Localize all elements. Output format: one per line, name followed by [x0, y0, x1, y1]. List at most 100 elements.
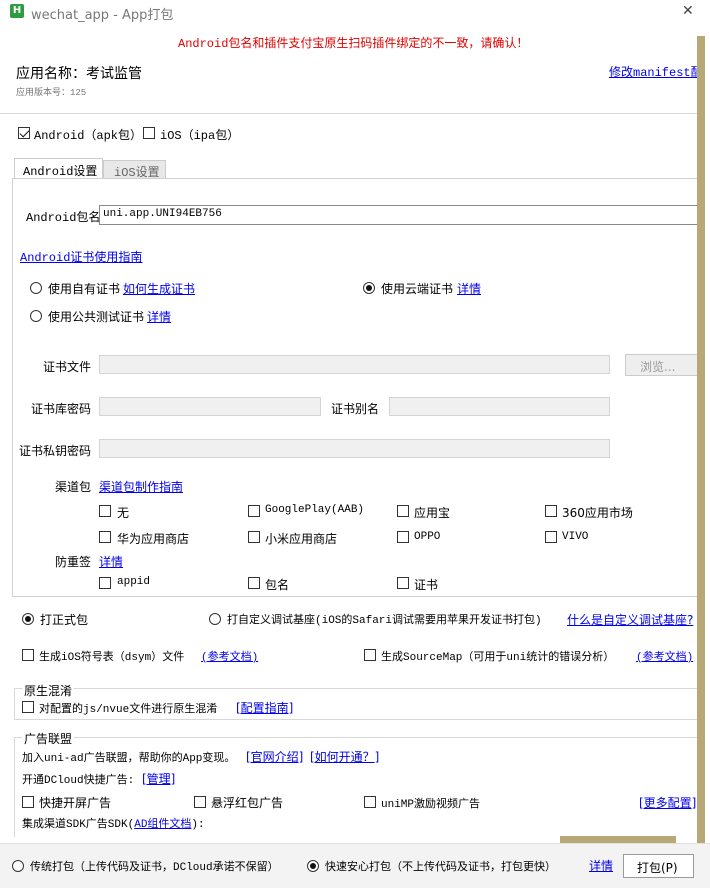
public-cert-label: 使用公共测试证书: [48, 310, 145, 324]
ads-howto-link[interactable]: [如何开通？]: [310, 748, 379, 765]
edit-manifest-link[interactable]: 修改manifest配置: [609, 63, 699, 80]
public-cert-link[interactable]: 详情: [147, 308, 171, 325]
ads-description: 加入uni-ad广告联盟，帮助你的App变现。: [22, 753, 236, 765]
fast-pack-radio[interactable]: [307, 860, 319, 872]
custom-base-radio[interactable]: [209, 613, 221, 625]
channel-label: 渠道包: [55, 480, 92, 494]
traditional-pack-label: 传统打包（上传代码及证书，DCloud承诺不保留）: [30, 862, 279, 874]
cloud-cert-radio[interactable]: [363, 282, 375, 294]
android-checkbox[interactable]: [18, 127, 30, 139]
channel-360-label: 360应用市场: [562, 506, 633, 520]
pack-button[interactable]: 打包(P): [623, 854, 694, 878]
ads-manage-link[interactable]: [管理]: [142, 770, 175, 787]
key-pwd-input[interactable]: [99, 439, 610, 458]
own-cert-label: 使用自有证书: [48, 282, 121, 296]
app-logo-icon: H: [10, 4, 24, 18]
sdk-doc-link[interactable]: AD组件文档: [134, 819, 191, 831]
ios-checkbox[interactable]: [143, 127, 155, 139]
anti-package-checkbox[interactable]: [248, 577, 260, 589]
more-config-link[interactable]: [更多配置]: [639, 794, 696, 811]
obfuscation-guide-link[interactable]: [配置指南]: [236, 699, 293, 716]
package-label: Android包名: [26, 211, 101, 225]
splash-ad-checkbox[interactable]: [22, 796, 34, 808]
browse-button[interactable]: 浏览...: [625, 354, 700, 376]
channel-360-checkbox[interactable]: [545, 505, 557, 517]
dsym-doc-link[interactable]: (参考文档): [201, 648, 258, 664]
browse-label: 浏览...: [640, 360, 676, 374]
channel-vivo-label: VIVO: [562, 531, 589, 543]
splash-ad-label: 快捷开屏广告: [39, 796, 112, 810]
obfuscation-checkbox[interactable]: [22, 701, 34, 713]
channel-yingyongbao-label: 应用宝: [414, 506, 451, 520]
fast-pack-label: 快速安心打包（不上传代码及证书，打包更快）: [325, 862, 556, 874]
ios-label: iOS（ipa包）: [160, 129, 240, 143]
channel-xiaomi-label: 小米应用商店: [265, 532, 338, 546]
tab-label: Android设置: [23, 165, 98, 179]
dsym-label: 生成iOS符号表（dsym）文件: [39, 652, 185, 664]
channel-vivo-checkbox[interactable]: [545, 531, 557, 543]
cert-file-input[interactable]: [99, 355, 610, 374]
alias-label: 证书别名: [331, 402, 380, 416]
anti-appid-checkbox[interactable]: [99, 577, 111, 589]
float-ad-label: 悬浮红包广告: [211, 796, 284, 810]
channel-googleplay-label: GooglePlay(AAB): [265, 504, 365, 516]
sourcemap-doc-link[interactable]: (参考文档): [636, 648, 693, 664]
anti-cert-label: 证书: [414, 578, 439, 592]
own-cert-radio[interactable]: [30, 282, 42, 294]
anti-package-label: 包名: [265, 578, 290, 592]
android-label: Android（apk包）: [34, 129, 143, 143]
scrollbar-thumb[interactable]: [697, 36, 705, 846]
app-name: 应用名称：考试监管: [16, 66, 142, 82]
channel-oppo-label: OPPO: [414, 531, 441, 543]
channel-yingyongbao-checkbox[interactable]: [397, 505, 409, 517]
store-pwd-input[interactable]: [99, 397, 321, 416]
package-value: uni.app.UNI94EB756: [103, 208, 222, 220]
channel-oppo-checkbox[interactable]: [397, 531, 409, 543]
obfuscation-label: 对配置的js/nvue文件进行原生混淆: [39, 704, 218, 716]
tab-ios-settings[interactable]: iOS设置: [103, 160, 166, 180]
traditional-pack-radio[interactable]: [12, 860, 24, 872]
channel-huawei-label: 华为应用商店: [117, 532, 190, 546]
anti-resign-link[interactable]: 详情: [99, 553, 123, 570]
sdk-label: 集成渠道SDK广告SDK(: [22, 819, 135, 831]
channel-huawei-checkbox[interactable]: [99, 531, 111, 543]
title-bar: H wechat_app - App打包 ✕: [0, 0, 710, 24]
anti-resign-label: 防重签: [55, 555, 92, 569]
pack-button-label: 打包(P): [637, 861, 678, 875]
public-cert-radio[interactable]: [30, 310, 42, 322]
video-ad-checkbox[interactable]: [364, 796, 376, 808]
tab-panel: [12, 178, 700, 597]
app-version: 应用版本号：125: [16, 88, 87, 98]
custom-base-label: 打自定义调试基座(iOS的Safari调试需要用苹果开发证书打包): [227, 615, 542, 627]
cloud-cert-link[interactable]: 详情: [457, 280, 481, 297]
alias-input[interactable]: [389, 397, 610, 416]
float-ad-checkbox[interactable]: [194, 796, 206, 808]
custom-base-link[interactable]: 什么是自定义调试基座?: [567, 611, 699, 628]
ads-intro-link[interactable]: [官网介绍]: [246, 748, 303, 765]
dcloud-ad-label: 开通DCloud快捷广告:: [22, 775, 135, 787]
channel-xiaomi-checkbox[interactable]: [248, 531, 260, 543]
package-input[interactable]: uni.app.UNI94EB756: [99, 205, 700, 225]
channel-none-checkbox[interactable]: [99, 505, 111, 517]
store-pwd-label: 证书库密码: [31, 402, 92, 416]
close-icon[interactable]: ✕: [682, 3, 694, 19]
formal-build-label: 打正式包: [40, 613, 89, 627]
channel-googleplay-checkbox[interactable]: [248, 505, 260, 517]
sourcemap-label: 生成SourceMap（可用于uni统计的错误分析）: [381, 652, 615, 664]
sourcemap-checkbox[interactable]: [364, 649, 376, 661]
anti-cert-checkbox[interactable]: [397, 577, 409, 589]
cert-guide-link[interactable]: Android证书使用指南: [20, 248, 142, 265]
own-cert-link[interactable]: 如何生成证书: [123, 280, 195, 297]
video-ad-label: uniMP激励视频广告: [381, 799, 481, 811]
formal-build-radio[interactable]: [22, 613, 34, 625]
sdk-line: 集成渠道SDK广告SDK(AD组件文档):: [22, 815, 205, 831]
sdk-label-end: ):: [191, 819, 205, 831]
scrollbar-bottom: [560, 836, 676, 843]
dsym-checkbox[interactable]: [22, 649, 34, 661]
warning-message: Android包名和插件支付宝原生扫码插件绑定的不一致，请确认！: [178, 37, 529, 51]
tab-android-settings[interactable]: Android设置: [14, 158, 103, 179]
divider: [0, 113, 700, 114]
fast-pack-detail-link[interactable]: 详情: [589, 857, 613, 874]
anti-appid-label: appid: [117, 576, 151, 588]
channel-guide-link[interactable]: 渠道包制作指南: [99, 478, 183, 495]
